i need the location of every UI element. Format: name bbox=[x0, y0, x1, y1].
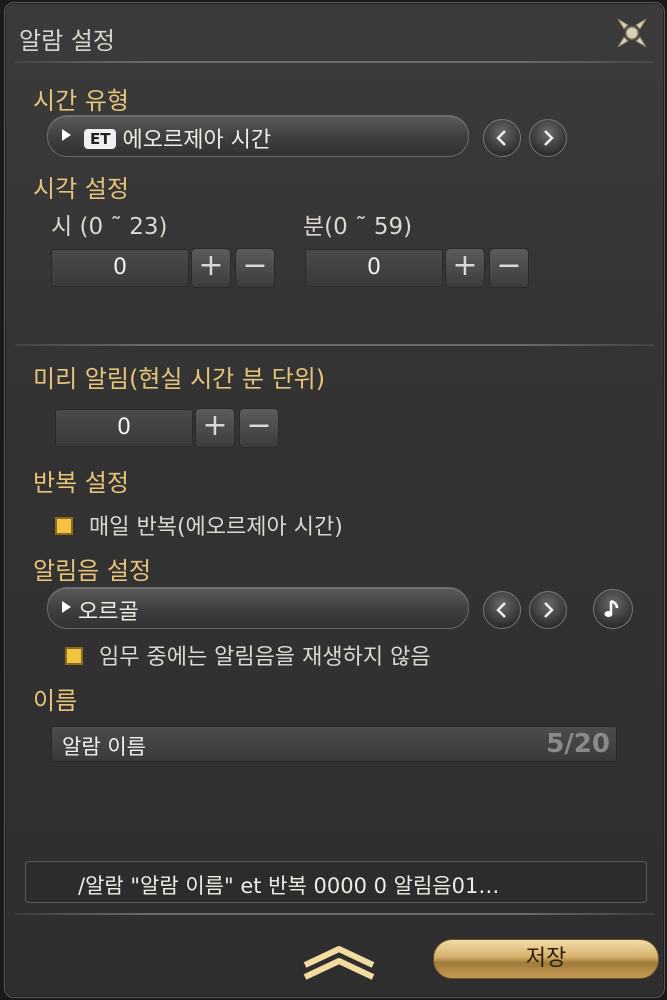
time-type-select[interactable]: ET 에오르제아 시간 bbox=[47, 115, 469, 157]
hour-plus-button[interactable]: + bbox=[191, 248, 231, 288]
time-set-heading: 시각 설정 bbox=[33, 175, 129, 203]
music-note-icon bbox=[604, 599, 619, 617]
minute-minus-button[interactable]: − bbox=[489, 248, 529, 288]
daily-repeat-checkbox[interactable] bbox=[55, 517, 73, 535]
section-divider bbox=[15, 344, 654, 346]
pre-alarm-heading: 미리 알림(현실 시간 분 단위) bbox=[33, 365, 326, 393]
dropdown-arrow-icon bbox=[62, 129, 71, 141]
chevron-right-icon bbox=[544, 130, 554, 146]
sound-preview-button[interactable] bbox=[593, 589, 633, 629]
time-type-value: ET 에오르제아 시간 bbox=[84, 122, 271, 154]
dropdown-arrow-icon bbox=[62, 601, 71, 613]
sound-heading: 알림음 설정 bbox=[33, 557, 152, 585]
chevron-right-icon bbox=[544, 602, 554, 618]
close-icon bbox=[617, 18, 647, 48]
alarm-name-input[interactable]: 알람 이름 5/20 bbox=[51, 726, 617, 762]
time-type-label: 에오르제아 시간 bbox=[122, 128, 272, 153]
sound-select[interactable]: 오르골 bbox=[47, 587, 469, 629]
chevron-left-icon bbox=[496, 130, 506, 146]
footer-divider bbox=[15, 913, 654, 915]
time-type-heading: 시간 유형 bbox=[33, 87, 129, 115]
hour-input[interactable]: 0 bbox=[51, 249, 189, 287]
save-button[interactable]: 저장 bbox=[433, 939, 659, 979]
minute-plus-button[interactable]: + bbox=[445, 248, 485, 288]
command-text: /알람 "알람 이름" et 반복 0000 0 알림음01… bbox=[78, 874, 500, 898]
repeat-heading: 반복 설정 bbox=[33, 469, 129, 497]
alarm-name-value: 알람 이름 bbox=[62, 735, 146, 759]
time-type-prev-button[interactable] bbox=[483, 119, 521, 157]
hour-minus-button[interactable]: − bbox=[235, 248, 275, 288]
command-box[interactable]: /알람 "알람 이름" et 반복 0000 0 알림음01… bbox=[25, 861, 647, 903]
chevron-left-icon bbox=[496, 602, 506, 618]
hour-label: 시 (0 ˜ 23) bbox=[51, 214, 168, 240]
name-heading: 이름 bbox=[33, 687, 78, 715]
double-chevron-up-icon bbox=[303, 946, 375, 980]
et-badge: ET bbox=[84, 129, 117, 149]
sound-next-button[interactable] bbox=[529, 591, 567, 629]
sound-prev-button[interactable] bbox=[483, 591, 521, 629]
collapse-button[interactable] bbox=[297, 941, 381, 981]
pre-alarm-minus-button[interactable]: − bbox=[239, 408, 279, 448]
mute-in-duty-checkbox[interactable] bbox=[65, 647, 83, 665]
char-counter: 5/20 bbox=[546, 729, 610, 759]
pre-alarm-input[interactable]: 0 bbox=[55, 409, 193, 447]
close-button[interactable] bbox=[612, 13, 652, 53]
minute-label: 분(0 ˜ 59) bbox=[303, 214, 413, 240]
time-type-next-button[interactable] bbox=[529, 119, 567, 157]
minute-input[interactable]: 0 bbox=[305, 249, 443, 287]
title-divider bbox=[15, 61, 654, 63]
pre-alarm-plus-button[interactable]: + bbox=[195, 408, 235, 448]
alarm-settings-window: 알람 설정 시간 유형 ET 에오르제아 시간 시각 설정 시 (0 ˜ 23) … bbox=[4, 2, 665, 998]
window-title: 알람 설정 bbox=[19, 27, 115, 55]
daily-repeat-label: 매일 반복(에오르제아 시간) bbox=[89, 515, 343, 540]
sound-value: 오르골 bbox=[78, 600, 139, 625]
title-bar[interactable]: 알람 설정 bbox=[5, 3, 664, 65]
mute-in-duty-label: 임무 중에는 알림음을 재생하지 않음 bbox=[99, 645, 431, 670]
